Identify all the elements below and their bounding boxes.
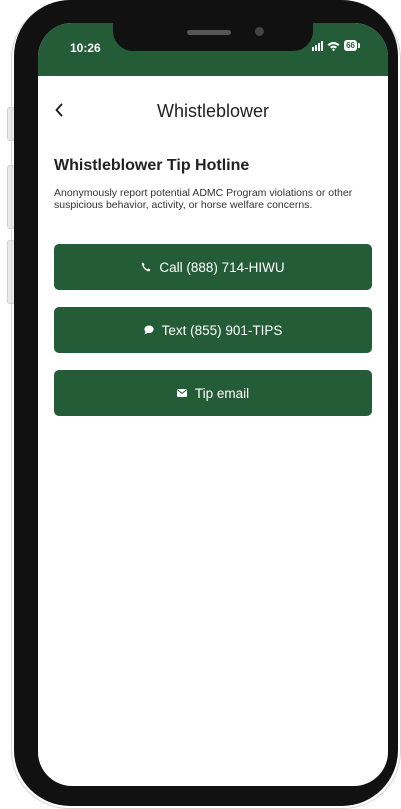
battery-level: 66 xyxy=(344,40,357,51)
tip-email-button[interactable]: Tip email xyxy=(54,370,372,416)
phone-notch xyxy=(113,23,313,51)
wifi-icon xyxy=(327,41,340,51)
call-button-label: Call (888) 714-HIWU xyxy=(159,259,285,275)
chat-bubble-icon xyxy=(143,325,154,335)
back-button[interactable] xyxy=(54,101,64,122)
cellular-signal-icon xyxy=(312,40,324,51)
battery-tip xyxy=(358,43,360,48)
tip-email-button-label: Tip email xyxy=(194,385,250,401)
envelope-icon xyxy=(176,389,187,397)
page-title: Whistleblower xyxy=(156,101,270,121)
battery-icon: 66 xyxy=(344,40,360,51)
chevron-left-icon xyxy=(55,103,63,117)
status-icons: 66 xyxy=(312,40,360,51)
phone-icon xyxy=(141,262,151,272)
phone-screen: 10:26 66 Whistleblower Whistleblower Tip… xyxy=(38,23,388,786)
text-button-label: Text (855) 901-TIPS xyxy=(161,322,283,338)
text-button[interactable]: Text (855) 901-TIPS xyxy=(54,307,372,353)
phone-camera xyxy=(255,27,264,36)
status-time: 10:26 xyxy=(70,41,101,55)
call-button[interactable]: Call (888) 714-HIWU xyxy=(54,244,372,290)
section-description: Anonymously report potential ADMC Progra… xyxy=(54,187,353,211)
section-title: Whistleblower Tip Hotline xyxy=(54,157,250,174)
phone-speaker xyxy=(187,30,231,35)
